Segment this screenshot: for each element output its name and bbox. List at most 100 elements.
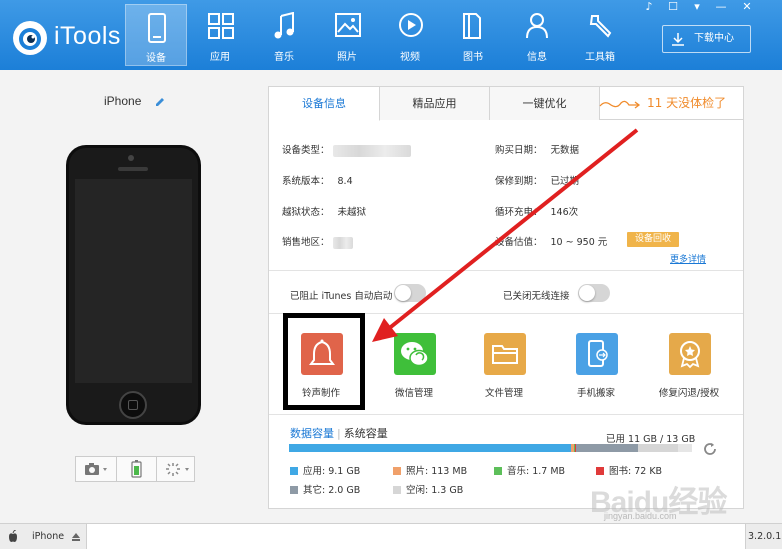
nav-label: 视频 xyxy=(400,52,420,63)
nav-label: 应用 xyxy=(210,52,230,63)
nav-label: 设备 xyxy=(146,53,166,64)
info-key: 购买日期： xyxy=(495,145,543,156)
redacted-value xyxy=(332,144,411,157)
phone-transfer-icon xyxy=(576,333,618,375)
tool-label: 手机搬家 xyxy=(576,388,615,399)
tool-wechat-manager[interactable]: 微信管理 xyxy=(374,333,454,413)
capacity-used-text: 已用 11 GB / 13 GB xyxy=(606,434,696,445)
info-purchase-date: 购买日期： 无数据 xyxy=(495,142,579,156)
tab-data-capacity[interactable]: 数据容量 xyxy=(290,427,334,440)
capacity-bar xyxy=(289,444,692,452)
tool-label: 文件管理 xyxy=(484,388,523,399)
divider xyxy=(269,270,743,271)
nav-toolbox[interactable]: 工具箱 xyxy=(569,4,631,66)
capacity-segment xyxy=(576,444,638,452)
edit-pencil-icon[interactable] xyxy=(154,96,166,108)
info-key: 循环充电： xyxy=(495,207,543,218)
download-label: 下载中心 xyxy=(694,33,734,44)
refresh-icon[interactable] xyxy=(702,441,718,457)
info-key: 设备类型： xyxy=(282,145,330,156)
apps-grid-icon xyxy=(208,13,234,39)
play-circle-icon xyxy=(399,13,423,37)
info-valuation: 设备估值： 10 ~ 950 元 xyxy=(495,234,607,248)
device-name: iPhone xyxy=(104,94,142,108)
nav-music[interactable]: 音乐 xyxy=(253,4,315,66)
tab-optimize[interactable]: 一键优化 xyxy=(490,87,600,120)
status-device-name: iPhone xyxy=(32,531,65,542)
redacted-value xyxy=(332,236,353,249)
more-actions-button[interactable] xyxy=(156,457,195,481)
nav-device[interactable]: 设备 xyxy=(125,4,187,66)
menu-dropdown-button[interactable]: ▾ xyxy=(688,0,706,14)
tab-device-info[interactable]: 设备信息 xyxy=(269,87,380,121)
close-button[interactable]: ✕ xyxy=(738,0,756,14)
screenshot-button[interactable] xyxy=(76,457,115,481)
info-value: 已过期 xyxy=(550,176,580,187)
legend-photos: 照片: 113 MB xyxy=(393,463,467,477)
nav-label: 工具箱 xyxy=(585,52,615,63)
app-name: iTools xyxy=(54,22,121,50)
top-toolbar: iTools 设备 应用 音乐 照片 视频 图书 信息 工具箱 ♪ ☐ ▾ — … xyxy=(0,0,782,70)
health-note-text: 11 天没体检了 xyxy=(647,96,727,110)
nav-label: 图书 xyxy=(463,52,483,63)
eject-icon[interactable] xyxy=(72,533,80,541)
info-value: 146次 xyxy=(550,207,579,218)
skin-button[interactable]: ♪ xyxy=(640,0,658,14)
info-key: 越狱状态： xyxy=(282,207,330,218)
scribble-icon xyxy=(599,100,641,109)
tool-label: 修复闪退/授权 xyxy=(658,388,720,399)
info-value: 未越狱 xyxy=(337,207,367,218)
info-key: 设备估值： xyxy=(495,237,543,248)
minimize-button[interactable]: — xyxy=(712,0,730,14)
info-key: 保修到期： xyxy=(495,176,543,187)
wechat-icon xyxy=(394,333,436,375)
info-os-version: 系统版本： 8.4 xyxy=(282,173,353,187)
book-icon xyxy=(463,13,481,39)
wifi-sync-label: 已关闭无线连接 xyxy=(503,291,570,302)
nav-label: 信息 xyxy=(527,52,547,63)
camera-icon xyxy=(85,463,107,475)
music-note-icon xyxy=(274,12,294,39)
tab-featured-apps[interactable]: 精品应用 xyxy=(380,87,490,120)
legend-apps: 应用: 9.1 GB xyxy=(290,463,360,477)
battery-button[interactable] xyxy=(116,457,155,481)
tab-system-capacity[interactable]: 系统容量 xyxy=(344,427,388,440)
info-cycle-count: 循环充电： 146次 xyxy=(495,204,578,218)
nav-apps[interactable]: 应用 xyxy=(189,4,251,66)
nav-label: 照片 xyxy=(337,52,357,63)
info-value: 10 ~ 950 元 xyxy=(550,237,608,248)
app-version: 3.2.0.1 xyxy=(748,531,782,542)
info-key: 系统版本： xyxy=(282,176,330,187)
folder-icon xyxy=(484,333,526,375)
capacity-tabs: 数据容量 | 系统容量 xyxy=(290,427,388,440)
tool-file-manager[interactable]: 文件管理 xyxy=(464,333,544,413)
legend-music: 音乐: 1.7 MB xyxy=(494,463,565,477)
legend-other: 其它: 2.0 GB xyxy=(290,482,360,496)
tool-phone-transfer[interactable]: 手机搬家 xyxy=(556,333,636,413)
medal-icon xyxy=(669,333,711,375)
download-icon xyxy=(672,33,684,46)
wifi-sync-toggle[interactable] xyxy=(578,284,610,302)
nav-videos[interactable]: 视频 xyxy=(379,4,441,66)
tool-label: 微信管理 xyxy=(394,388,433,399)
device-recycle-button[interactable]: 设备回收 xyxy=(627,232,679,247)
capacity-segment xyxy=(289,444,571,452)
more-details-link[interactable]: 更多详情 xyxy=(670,252,706,265)
tool-fix-crash-authorize[interactable]: 修复闪退/授权 xyxy=(649,333,729,413)
nav-label: 音乐 xyxy=(274,52,294,63)
device-tools xyxy=(75,456,195,482)
nav-photos[interactable]: 照片 xyxy=(316,4,378,66)
itools-logo-icon xyxy=(13,21,47,55)
info-device-type: 设备类型： xyxy=(282,142,411,157)
nav-books[interactable]: 图书 xyxy=(442,4,504,66)
window-settings-button[interactable]: ☐ xyxy=(664,0,682,14)
info-value: 8.4 xyxy=(337,176,353,187)
download-center-button[interactable]: 下载中心 xyxy=(662,25,751,53)
info-warranty: 保修到期： 已过期 xyxy=(495,173,579,187)
info-sales-region: 销售地区： xyxy=(282,234,353,249)
nav-messages[interactable]: 信息 xyxy=(506,4,568,66)
info-key: 销售地区： xyxy=(282,237,330,248)
itunes-autostart-toggle[interactable] xyxy=(394,284,426,302)
capacity-segment xyxy=(638,444,678,452)
apple-icon xyxy=(9,530,17,542)
